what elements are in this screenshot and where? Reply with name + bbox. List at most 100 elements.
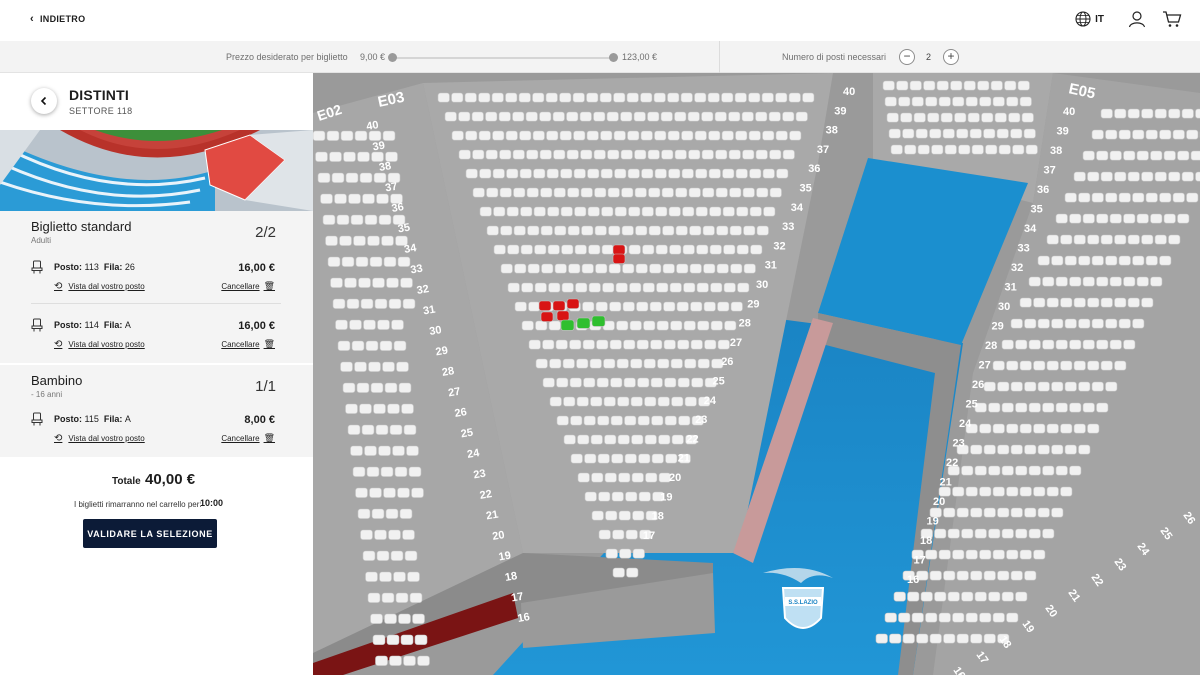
seat[interactable] [1141,171,1154,182]
seat-selected[interactable] [576,317,591,329]
seat[interactable] [393,340,407,351]
seat[interactable] [381,235,394,246]
seat[interactable] [1024,507,1037,518]
seat[interactable] [613,92,626,103]
seat[interactable] [514,301,527,312]
seat[interactable] [567,225,580,236]
seat[interactable] [534,282,547,293]
seat[interactable] [472,187,485,198]
seat[interactable] [670,358,683,369]
seat[interactable] [559,130,572,141]
seat[interactable] [369,487,382,498]
seat[interactable] [349,319,362,330]
seat[interactable] [643,320,656,331]
seat[interactable] [668,206,681,217]
seat[interactable] [617,396,630,407]
seat[interactable] [637,415,650,426]
seat[interactable] [374,298,388,309]
seat[interactable] [1082,150,1095,161]
seat[interactable] [315,151,328,162]
seat[interactable] [723,244,736,255]
seat[interactable] [492,168,505,179]
seat[interactable] [954,112,967,123]
seat[interactable] [704,339,717,350]
seat[interactable] [696,244,709,255]
seat[interactable] [769,187,782,198]
seat[interactable] [667,92,680,103]
seat[interactable] [703,301,716,312]
seat[interactable] [367,592,381,603]
seat[interactable] [361,424,375,435]
seat-cancel-link[interactable]: Cancellare 🗑 [221,433,275,444]
seat-cancel-link[interactable]: Cancellare 🗑 [221,281,275,292]
seat[interactable] [506,206,519,217]
seat[interactable] [1042,339,1055,350]
seat[interactable] [384,613,397,624]
seat[interactable] [997,507,1010,518]
seat[interactable] [575,282,588,293]
seat[interactable] [355,256,369,267]
seat[interactable] [1163,213,1176,224]
seat[interactable] [356,382,370,393]
seat[interactable] [521,320,534,331]
seat-taken[interactable] [538,300,552,311]
seat[interactable] [644,434,657,445]
seat[interactable] [1006,549,1019,560]
seat[interactable] [722,206,735,217]
seat[interactable] [970,633,983,644]
seat[interactable] [346,298,360,309]
seat[interactable] [398,382,412,393]
seat[interactable] [540,225,553,236]
seat[interactable] [998,144,1011,155]
seat[interactable] [1168,108,1181,119]
seat[interactable] [527,263,540,274]
seat[interactable] [535,320,548,331]
seat[interactable] [498,111,511,122]
seat[interactable] [1001,465,1014,476]
seat[interactable] [1100,360,1113,371]
seat[interactable] [1195,171,1200,182]
seat[interactable] [755,149,768,160]
seat[interactable] [1123,213,1136,224]
seat[interactable] [701,149,714,160]
seat[interactable] [357,151,370,162]
seat[interactable] [513,187,526,198]
seat[interactable] [532,130,545,141]
seat[interactable] [379,571,392,582]
seat[interactable] [608,225,621,236]
seat[interactable] [647,111,660,122]
seat[interactable] [956,570,969,581]
seat[interactable] [931,144,944,155]
seat[interactable] [1109,339,1122,350]
seat[interactable] [882,80,895,91]
price-slider-min-handle[interactable] [388,53,397,62]
seat[interactable] [775,130,788,141]
seat[interactable] [890,144,903,155]
seat[interactable] [1123,339,1136,350]
seat[interactable] [981,112,994,123]
sector-back-button[interactable] [31,88,57,114]
seat[interactable] [1024,570,1037,581]
seat[interactable] [1055,465,1068,476]
seat[interactable] [401,403,414,414]
seat[interactable] [645,472,658,483]
seat[interactable] [1123,276,1136,287]
seat[interactable] [326,130,340,141]
seat[interactable] [952,612,965,623]
seat[interactable] [402,298,416,309]
seat[interactable] [627,168,640,179]
seat[interactable] [974,591,987,602]
seat[interactable] [390,550,404,561]
seat[interactable] [619,548,632,559]
seat[interactable] [1195,108,1200,119]
seat[interactable] [409,592,423,603]
seat[interactable] [368,130,382,141]
seat[interactable] [620,111,633,122]
seat[interactable] [997,381,1010,392]
seat[interactable] [675,225,688,236]
seat[interactable] [553,187,566,198]
seat[interactable] [1091,381,1104,392]
seat-view-link[interactable]: ⟲ Vista dal vostro posto [54,281,145,292]
seat[interactable] [636,301,649,312]
seat[interactable] [997,570,1010,581]
